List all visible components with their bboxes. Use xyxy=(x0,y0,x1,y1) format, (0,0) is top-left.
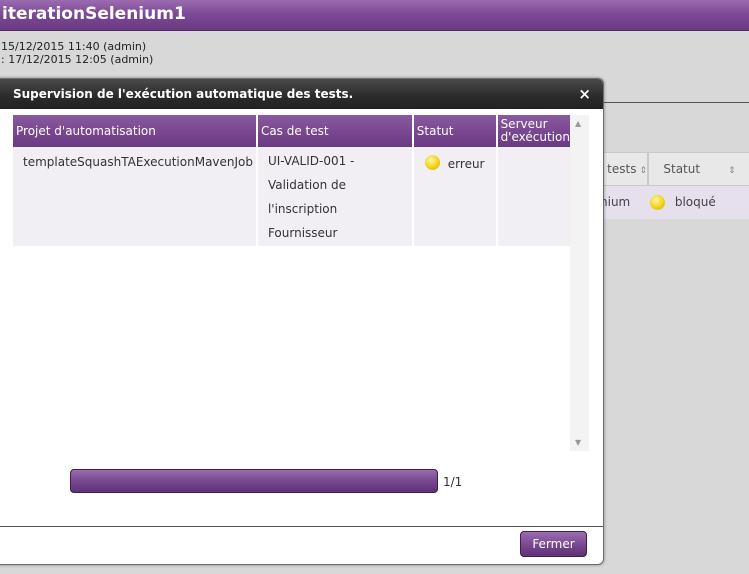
cell-tests: nium xyxy=(600,195,631,209)
cell-project: templateSquashTAExecutionMavenJob xyxy=(13,147,257,246)
test-case-line: Fournisseur xyxy=(267,226,338,240)
cell-test-case: UI-VALID-001 - Validation de l'inscripti… xyxy=(255,147,413,246)
cell-status: bloqué xyxy=(650,195,716,210)
column-header-status: Statut xyxy=(411,115,497,147)
page-title: iterationSelenium1 xyxy=(2,4,186,24)
execution-table: Projet d'automatisation Cas de test Stat… xyxy=(13,115,570,246)
created-info: 15/12/2015 11:40 (admin) xyxy=(1,40,147,53)
scroll-down-icon[interactable]: ▼ xyxy=(575,438,581,447)
execution-table-container: Projet d'automatisation Cas de test Stat… xyxy=(13,115,589,451)
page-header: iterationSelenium1 xyxy=(0,0,749,31)
column-header-server-line1: Serveur xyxy=(500,117,548,131)
close-icon[interactable]: × xyxy=(578,85,591,103)
cell-status: erreur xyxy=(411,147,497,246)
divider xyxy=(600,102,749,103)
progress-label: 1/1 xyxy=(443,475,463,489)
dialog-title: Supervision de l'exécution automatique d… xyxy=(13,87,354,101)
column-header-server-line2: d'exécution xyxy=(500,130,570,144)
execution-supervision-dialog: Supervision de l'exécution automatique d… xyxy=(0,78,604,565)
vertical-scrollbar[interactable]: ▲ ▼ xyxy=(570,115,589,451)
column-header-project: Projet d'automatisation xyxy=(13,115,257,147)
scroll-up-icon[interactable]: ▲ xyxy=(575,119,581,128)
test-case-line: Validation de xyxy=(267,178,347,192)
column-header-tests[interactable]: tests ⇕ xyxy=(600,152,648,186)
test-case-line: UI-VALID-001 - xyxy=(267,154,355,168)
status-dot-icon xyxy=(424,155,440,170)
status-label: erreur xyxy=(447,157,485,171)
close-button[interactable]: Fermer xyxy=(520,531,587,557)
status-label: bloqué xyxy=(674,195,716,209)
dialog-header: Supervision de l'exécution automatique d… xyxy=(0,79,603,109)
sort-icon: ⇕ xyxy=(728,166,736,176)
column-header-server: Serveur d'exécution xyxy=(495,115,570,147)
execution-progress-bar xyxy=(70,469,438,493)
sort-icon: ⇕ xyxy=(639,166,647,176)
cell-server xyxy=(495,147,570,246)
column-header-status[interactable]: Statut ⇕ xyxy=(648,152,749,186)
column-header-label: tests xyxy=(607,162,637,176)
column-header-test-case: Cas de test xyxy=(255,115,413,147)
progress-fill xyxy=(71,470,437,492)
table-row[interactable]: nium bloqué xyxy=(600,186,749,219)
modified-info: : 17/12/2015 12:05 (admin) xyxy=(1,53,154,66)
status-dot-icon xyxy=(650,195,665,210)
test-case-line: l'inscription xyxy=(267,202,338,216)
footer-divider xyxy=(0,526,603,527)
table-row[interactable]: templateSquashTAExecutionMavenJob UI-VAL… xyxy=(13,147,570,246)
column-header-label: Statut xyxy=(663,162,701,176)
